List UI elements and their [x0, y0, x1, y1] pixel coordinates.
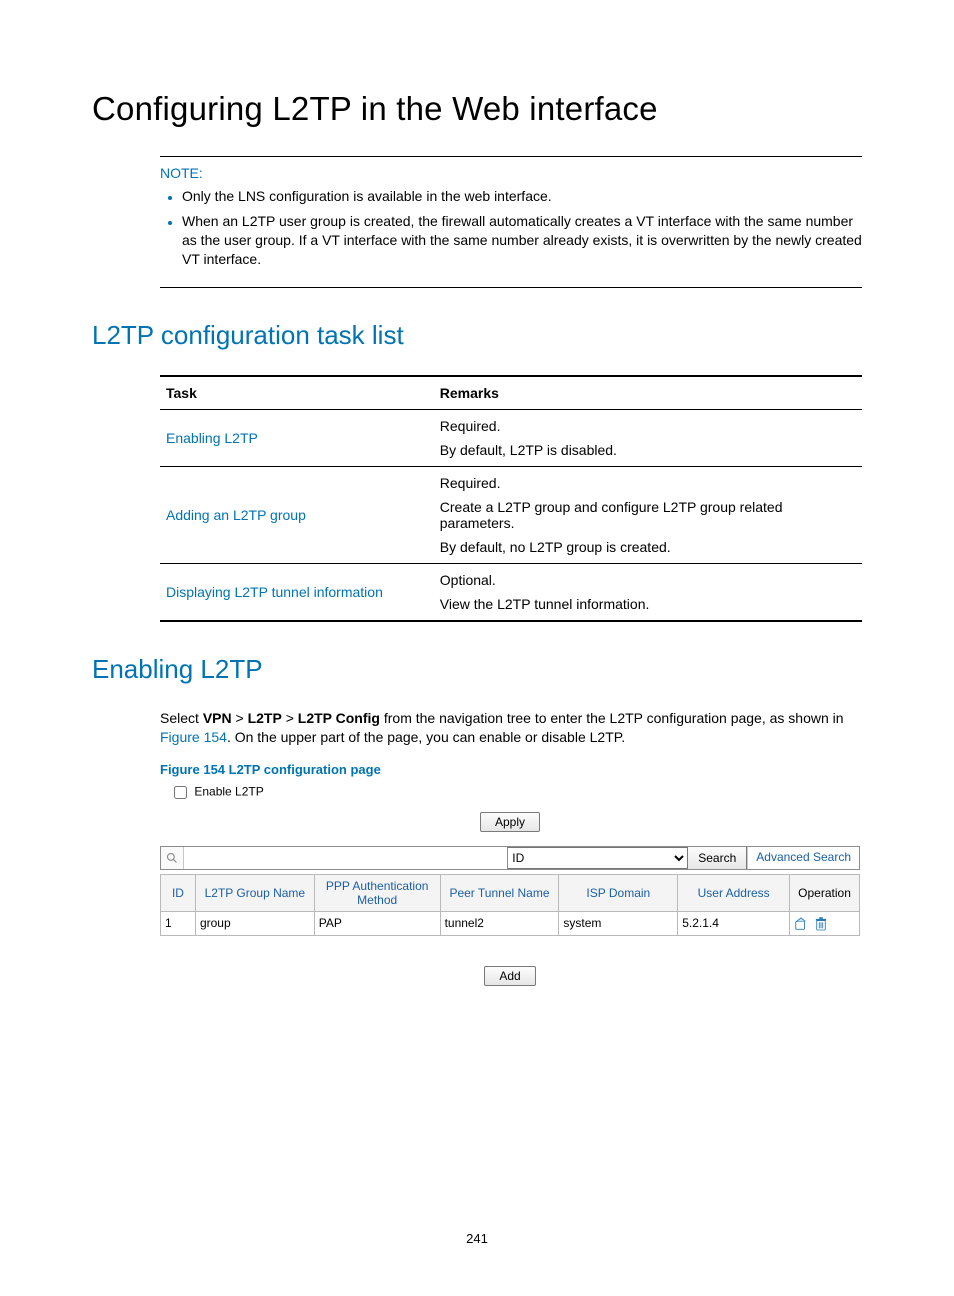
text: Select — [160, 710, 203, 726]
search-input[interactable] — [184, 847, 507, 869]
nav-l2tp-config: L2TP Config — [298, 710, 380, 726]
cell-group: group — [195, 911, 314, 935]
figure-caption: Figure 154 L2TP configuration page — [160, 762, 862, 777]
add-button[interactable]: Add — [484, 966, 535, 986]
remark-text: View the L2TP tunnel information. — [440, 592, 856, 616]
remark-text: Create a L2TP group and configure L2TP g… — [440, 495, 856, 535]
cell-isp: system — [559, 911, 678, 935]
search-button[interactable]: Search — [687, 847, 747, 869]
section-title-task-list: L2TP configuration task list — [92, 320, 862, 351]
text: from the navigation tree to enter the L2… — [380, 710, 844, 726]
enable-l2tp-label: Enable L2TP — [194, 784, 263, 798]
text: . On the upper part of the page, you can… — [227, 729, 625, 745]
note-item: When an L2TP user group is created, the … — [182, 212, 862, 269]
page-title: Configuring L2TP in the Web interface — [92, 90, 862, 128]
col-operation: Operation — [790, 874, 860, 911]
task-link-displaying-l2tp-tunnel-info[interactable]: Displaying L2TP tunnel information — [166, 584, 383, 600]
enable-l2tp-checkbox[interactable] — [174, 786, 187, 799]
apply-button[interactable]: Apply — [480, 812, 540, 832]
cell-peer: tunnel2 — [440, 911, 559, 935]
task-link-adding-l2tp-group[interactable]: Adding an L2TP group — [166, 507, 306, 523]
search-bar: ID Search Advanced Search — [160, 846, 860, 870]
task-link-enabling-l2tp[interactable]: Enabling L2TP — [166, 430, 258, 446]
l2tp-config-ui: Enable L2TP Apply ID Search Advanced Sea… — [160, 783, 860, 986]
task-table: Task Remarks Enabling L2TP Required. By … — [160, 375, 862, 622]
col-ppp-auth[interactable]: PPP Authentication Method — [314, 874, 440, 911]
remark-text: Required. — [440, 471, 856, 495]
note-box: NOTE: Only the LNS configuration is avai… — [160, 156, 862, 288]
page-number: 241 — [0, 1231, 954, 1246]
cell-id: 1 — [161, 911, 196, 935]
col-group-name[interactable]: L2TP Group Name — [195, 874, 314, 911]
remark-text: By default, L2TP is disabled. — [440, 438, 856, 462]
note-item: Only the LNS configuration is available … — [182, 187, 862, 206]
edit-icon[interactable] — [794, 916, 815, 930]
sep: > — [232, 710, 248, 726]
col-peer-tunnel[interactable]: Peer Tunnel Name — [440, 874, 559, 911]
note-label: NOTE: — [160, 165, 862, 181]
nav-l2tp: L2TP — [248, 710, 282, 726]
remark-text: By default, no L2TP group is created. — [440, 535, 856, 559]
enabling-paragraph: Select VPN > L2TP > L2TP Config from the… — [160, 709, 862, 748]
table-row: 1 group PAP tunnel2 system 5.2.1.4 — [161, 911, 860, 935]
col-isp-domain[interactable]: ISP Domain — [559, 874, 678, 911]
task-header-task: Task — [160, 376, 434, 410]
remark-text: Optional. — [440, 568, 856, 592]
cell-operation — [790, 911, 860, 935]
advanced-search-link[interactable]: Advanced Search — [747, 847, 859, 869]
search-field-select[interactable]: ID — [507, 847, 687, 869]
col-id[interactable]: ID — [161, 874, 196, 911]
task-header-remarks: Remarks — [434, 376, 862, 410]
cell-ppp: PAP — [314, 911, 440, 935]
remark-text: Required. — [440, 414, 856, 438]
search-icon — [161, 847, 184, 869]
figure-link[interactable]: Figure 154 — [160, 729, 227, 745]
cell-addr: 5.2.1.4 — [678, 911, 790, 935]
trash-icon[interactable] — [815, 916, 831, 930]
l2tp-group-grid: ID L2TP Group Name PPP Authentication Me… — [160, 874, 860, 936]
nav-vpn: VPN — [203, 710, 232, 726]
col-user-address[interactable]: User Address — [678, 874, 790, 911]
note-list: Only the LNS configuration is available … — [160, 187, 862, 269]
sep: > — [282, 710, 298, 726]
section-title-enabling-l2tp: Enabling L2TP — [92, 654, 862, 685]
